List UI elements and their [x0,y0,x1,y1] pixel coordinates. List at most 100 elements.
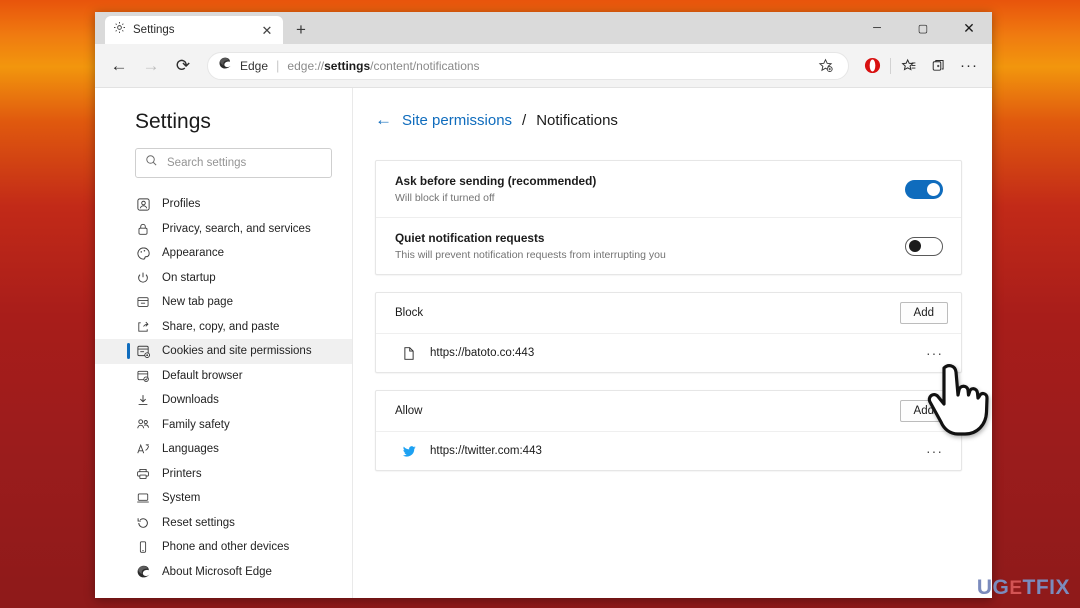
twitter-icon [401,443,417,459]
breadcrumb: ← Site permissions / Notifications [375,110,962,130]
site-url: https://batoto.co:443 [430,347,535,359]
toggle-knob [909,239,921,252]
watermark-part1: UG [976,576,1010,599]
sidebar-item-languages[interactable]: Languages [95,437,352,462]
sidebar-item-downloads[interactable]: Downloads [95,388,352,413]
search-input[interactable] [167,157,322,169]
share-icon [135,319,151,335]
setting-sublabel: This will prevent notification requests … [395,249,666,261]
browser-window: Settings ✕ + ─ ▢ ✕ ← → ⟳ Edge | edge://s… [95,12,992,598]
sidebar-label: Privacy, search, and services [162,222,311,235]
allow-list-card: Allow Add https://twitter.com:443 ··· [375,390,962,471]
setting-sublabel: Will block if turned off [395,192,495,204]
search-settings-box[interactable] [135,148,332,178]
languages-icon [135,441,151,457]
back-button[interactable]: ← [103,50,135,82]
sidebar-item-about-microsoft-edge[interactable]: About Microsoft Edge [95,560,352,585]
block-add-button[interactable]: Add [899,302,948,324]
window-controls: ─ ▢ ✕ [854,12,992,44]
setting-quiet-notification-requests: Quiet notification requests This will pr… [376,217,961,274]
sidebar-label: New tab page [162,296,233,309]
sidebar-item-profiles[interactable]: Profiles [95,192,352,217]
setting-label: Ask before sending (recommended) [395,174,597,188]
sidebar-label: Profiles [162,198,201,211]
document-icon [401,345,417,361]
sidebar-item-printers[interactable]: Printers [95,462,352,487]
default-browser-icon [135,368,151,384]
more-options-icon[interactable]: ··· [954,51,984,81]
title-bar: Settings ✕ + ─ ▢ ✕ [95,12,992,44]
breadcrumb-site-permissions[interactable]: Site permissions [402,112,512,129]
palette-icon [135,245,151,261]
reload-button[interactable]: ⟳ [167,50,199,82]
sidebar-label: Printers [162,467,202,480]
back-arrow-icon[interactable]: ← [375,110,392,130]
allow-title: Allow [395,405,423,417]
minimize-button[interactable]: ─ [854,12,900,44]
url-prefix: edge:// [287,58,325,73]
omnibox-separator: | [276,58,280,73]
watermark-part2: E [1009,578,1023,599]
opera-extension-icon[interactable] [857,51,887,81]
table-row[interactable]: https://batoto.co:443 ··· [376,334,961,372]
lock-icon [135,221,151,237]
sidebar-label: About Microsoft Edge [162,565,272,578]
url-highlight: settings [324,58,371,73]
sidebar-label: Languages [162,443,219,456]
allow-list-header: Allow Add [376,391,961,432]
star-add-icon[interactable] [812,53,838,79]
notification-settings-card: Ask before sending (recommended) Will bl… [375,160,962,275]
sidebar-item-cookies-and-site-permissions[interactable]: Cookies and site permissions [95,339,352,364]
sidebar-item-family-safety[interactable]: Family safety [95,413,352,438]
sidebar-label: On startup [162,271,216,284]
settings-sidebar: Settings Search settings Profiles Privac… [95,88,353,598]
new-tab-button[interactable]: + [287,16,315,44]
sidebar-label: Appearance [162,247,225,260]
sidebar-item-new-tab-page[interactable]: New tab page [95,290,352,315]
sidebar-label: Share, copy, and paste [162,320,280,333]
sidebar-label: Reset settings [162,516,235,529]
system-icon [135,490,151,506]
sidebar-nav-list: Profiles Privacy, search, and services A… [95,192,352,584]
block-title: Block [395,307,424,319]
site-more-options-icon[interactable]: ··· [926,346,943,360]
site-more-options-icon[interactable]: ··· [926,444,943,458]
tab-groups-icon[interactable] [924,51,954,81]
address-bar[interactable]: Edge | edge://settings/content/notificat… [207,51,849,80]
download-icon [135,392,151,408]
edge-icon [135,564,151,580]
omnibox-url: edge://settings/content/notifications [287,59,479,73]
sidebar-item-on-startup[interactable]: On startup [95,266,352,291]
sidebar-item-default-browser[interactable]: Default browser [95,364,352,389]
profile-icon [135,196,151,212]
ask-before-sending-toggle[interactable] [905,179,943,199]
sidebar-item-system[interactable]: System [95,486,352,511]
table-row[interactable]: https://twitter.com:443 ··· [376,432,961,470]
sidebar-item-share-copy-paste[interactable]: Share, copy, and paste [95,315,352,340]
notifications-panel: ← Site permissions / Notifications Ask b… [353,88,992,598]
sidebar-item-privacy[interactable]: Privacy, search, and services [95,217,352,242]
site-url: https://twitter.com:443 [430,445,542,457]
close-window-button[interactable]: ✕ [946,12,992,44]
allow-add-button[interactable]: Add [899,400,948,422]
collections-icon[interactable] [894,51,924,81]
sidebar-item-appearance[interactable]: Appearance [95,241,352,266]
sidebar-item-reset-settings[interactable]: Reset settings [95,511,352,536]
sidebar-label: Downloads [162,394,219,407]
close-tab-icon[interactable]: ✕ [259,24,275,37]
setting-ask-before-sending: Ask before sending (recommended) Will bl… [376,161,961,217]
setting-text: Ask before sending (recommended) Will bl… [395,174,596,204]
quiet-notification-requests-toggle[interactable] [905,236,943,256]
block-list-card: Block Add https://batoto.co:443 ··· [375,292,962,373]
sidebar-item-phone-and-other-devices[interactable]: Phone and other devices [95,535,352,560]
printer-icon [135,466,151,482]
sidebar-label: Family safety [162,418,230,431]
block-list-header: Block Add [376,293,961,334]
sidebar-label: Default browser [162,369,243,382]
setting-text: Quiet notification requests This will pr… [395,231,666,261]
browser-tab-settings[interactable]: Settings ✕ [105,16,283,44]
power-icon [135,270,151,286]
phone-icon [135,539,151,555]
maximize-button[interactable]: ▢ [900,12,946,44]
toggle-knob [927,182,940,196]
